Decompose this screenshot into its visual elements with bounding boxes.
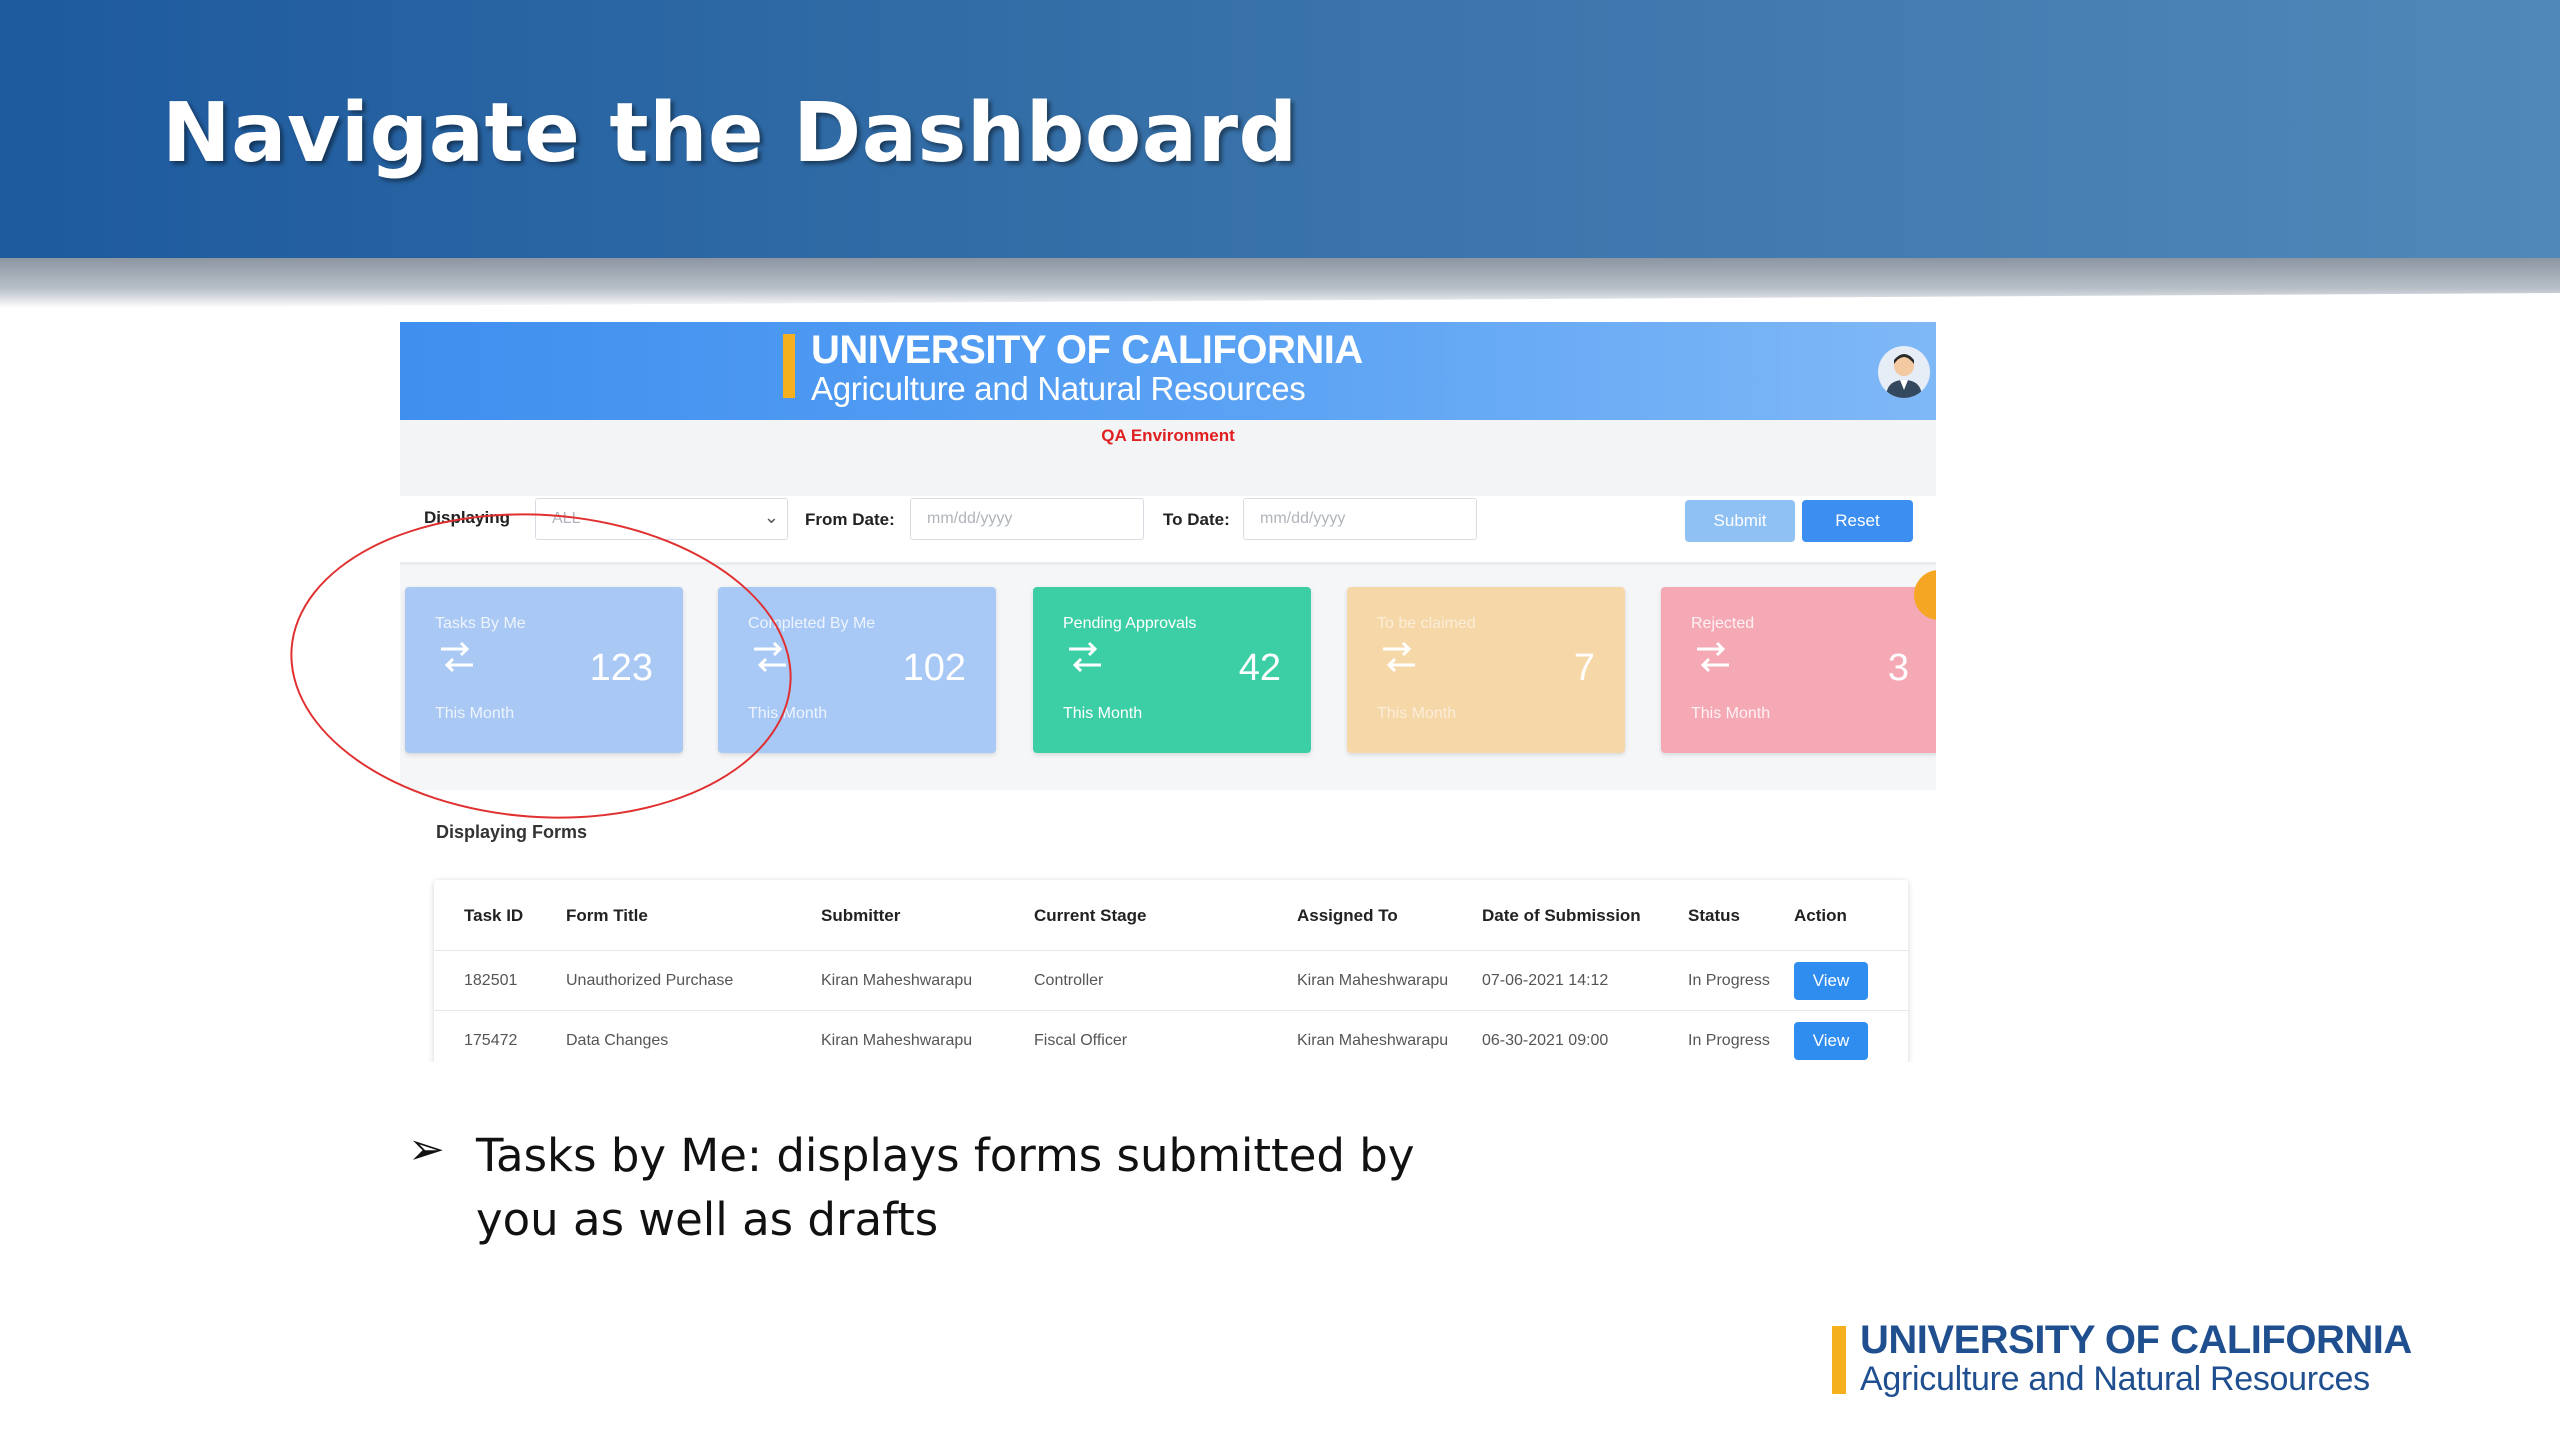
view-button[interactable]: View [1794,962,1868,1000]
card-subtitle: This Month [1377,705,1457,722]
submit-button[interactable]: Submit [1685,500,1795,542]
reset-button[interactable]: Reset [1802,500,1913,542]
header-logo-line2: Agriculture and Natural Resources [811,370,1306,407]
th-form-title: Form Title [566,906,648,925]
cell-current-stage: Controller [1034,972,1104,989]
cell-task-id: 182501 [464,972,518,989]
card-title: Pending Approvals [1063,615,1197,632]
to-date-input[interactable]: mm/dd/yyyy [1243,498,1477,540]
table-header: Task ID Form Title Submitter Current Sta… [434,880,1908,950]
cell-date: 06-30-2021 09:00 [1482,1032,1609,1049]
swap-arrows-icon [1697,641,1729,673]
th-date-of-submission: Date of Submission [1482,906,1641,925]
cell-submitter: Kiran Maheshwarapu [821,972,973,989]
card-subtitle: This Month [1691,705,1771,722]
app-header: UNIVERSITY OF CALIFORNIA Agriculture and… [400,322,1936,420]
cell-status: In Progress [1688,1032,1770,1049]
th-action: Action [1794,906,1847,925]
bullet-text: Tasks by Me: displays forms submitted by… [476,1129,1415,1246]
header-logo-line1: UNIVERSITY OF CALIFORNIA [811,328,1363,372]
card-value: 7 [1573,647,1595,689]
card-title: To be claimed [1377,615,1476,632]
cell-task-id: 175472 [464,1032,518,1049]
footer-logo-line1: UNIVERSITY OF CALIFORNIA [1860,1318,2412,1362]
view-button[interactable]: View [1794,1022,1868,1060]
to-date-label: To Date: [1163,510,1230,529]
card-value: 3 [1887,647,1909,689]
chevron-down-icon: ⌄ [763,507,779,527]
th-assigned-to: Assigned To [1297,906,1398,925]
card-value: 102 [902,647,966,689]
footer-logo-line2: Agriculture and Natural Resources [1860,1360,2370,1398]
card-rejected[interactable]: Rejected 3 This Month [1661,587,1936,753]
cell-current-stage: Fiscal Officer [1034,1032,1128,1049]
card-to-be-claimed[interactable]: To be claimed 7 This Month [1347,587,1625,753]
forms-table: Task ID Form Title Submitter Current Sta… [434,880,1908,1062]
bullet-arrow-icon: ➢ [408,1124,445,1175]
card-pending-approvals[interactable]: Pending Approvals 42 This Month [1033,587,1311,753]
cell-assigned-to: Kiran Maheshwarapu [1297,1032,1449,1049]
section-label: Displaying Forms [436,822,588,842]
cell-date: 07-06-2021 14:12 [1482,972,1609,989]
row-divider [434,1010,1908,1011]
footer-logo-bar [1832,1326,1846,1394]
environment-label: QA Environment [1101,426,1235,445]
row-divider [434,950,1908,951]
card-title: Rejected [1691,615,1755,632]
user-avatar-icon[interactable] [1878,346,1930,398]
th-task-id: Task ID [464,906,524,925]
cell-form-title: Data Changes [566,1032,669,1049]
th-status: Status [1688,906,1740,925]
card-value: 42 [1238,647,1281,689]
logo-accent-bar [783,334,795,398]
th-current-stage: Current Stage [1034,906,1147,925]
from-date-label: From Date: [805,510,895,529]
swap-arrows-icon [1069,641,1101,673]
swap-arrows-icon [1383,641,1415,673]
banner-shadow [0,258,2560,308]
from-date-input[interactable]: mm/dd/yyyy [910,498,1144,540]
th-submitter: Submitter [821,906,901,925]
cell-submitter: Kiran Maheshwarapu [821,1032,973,1049]
card-subtitle: This Month [1063,705,1143,722]
cell-assigned-to: Kiran Maheshwarapu [1297,972,1449,989]
slide-title: Navigate the Dashboard [162,86,1298,181]
cell-form-title: Unauthorized Purchase [566,972,734,989]
cell-status: In Progress [1688,972,1770,989]
